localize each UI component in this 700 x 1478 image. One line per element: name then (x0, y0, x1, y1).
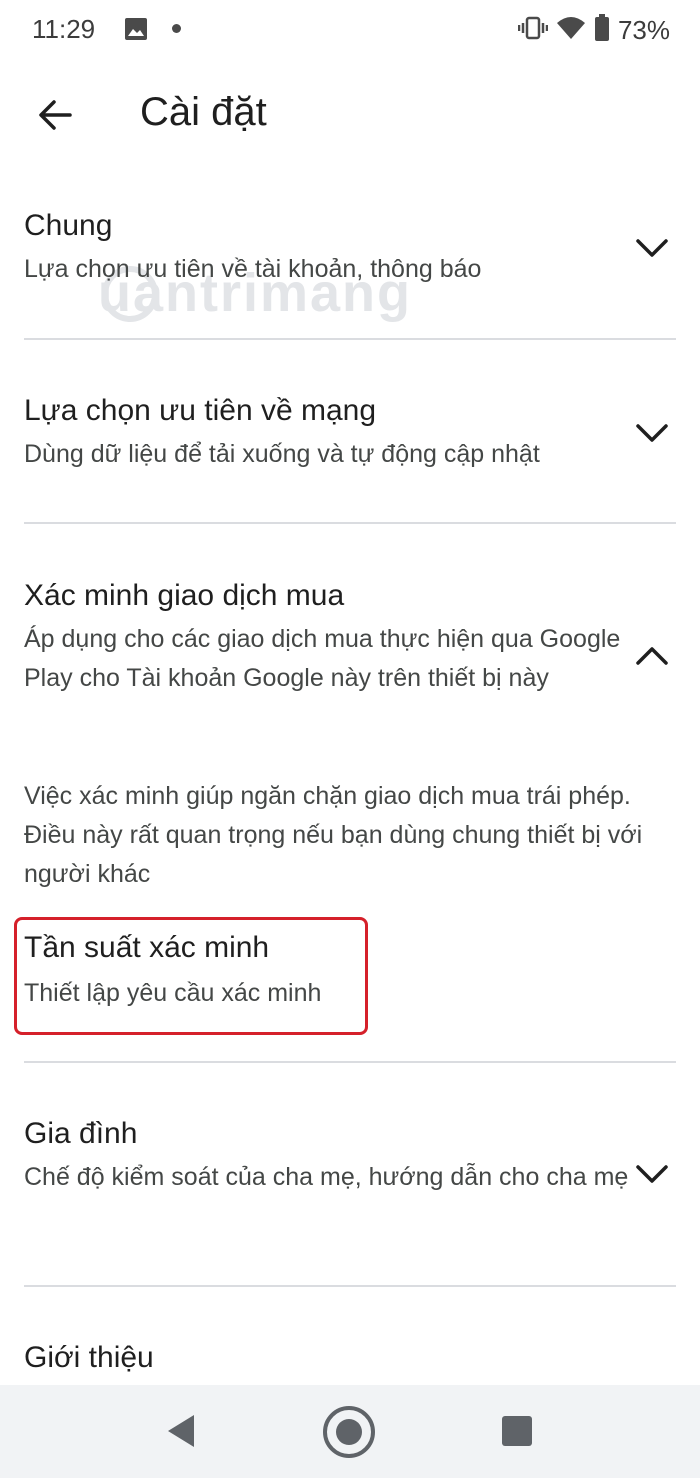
frequency-subtitle: Thiết lập yêu cầu xác minh (24, 979, 322, 1007)
nav-recents-icon[interactable] (502, 1416, 532, 1446)
section-subtitle: Dùng dữ liệu để tải xuống và tự động cập… (24, 440, 540, 468)
settings-section-network[interactable]: Lựa chọn ưu tiên về mạng Dùng dữ liệu để… (24, 391, 676, 474)
nav-back-icon[interactable] (166, 1413, 196, 1454)
notification-dot-icon (172, 24, 181, 33)
wifi-icon (556, 15, 586, 46)
status-time: 11:29 (32, 14, 96, 44)
divider (24, 1285, 676, 1287)
vibrate-icon (517, 15, 549, 46)
verification-frequency-item[interactable]: Tần suất xác minh Thiết lập yêu cầu xác … (24, 928, 321, 1013)
nav-home-icon[interactable] (322, 1405, 376, 1464)
chevron-down-icon[interactable] (634, 1156, 670, 1192)
page-title: Cài đặt (140, 90, 267, 134)
settings-section-purchase-verification[interactable]: Xác minh giao dịch mua Áp dụng cho các g… (24, 576, 676, 698)
status-icons: 73% (517, 14, 670, 47)
top-app-bar: Cài đặt (0, 70, 700, 160)
battery-percent: 73% (617, 15, 670, 45)
divider (24, 1061, 676, 1063)
chevron-up-icon[interactable] (634, 638, 670, 674)
frequency-title: Tần suất xác minh (24, 931, 270, 964)
image-icon (124, 17, 148, 46)
divider (24, 522, 676, 524)
status-bar: 11:29 73% (0, 0, 700, 60)
chevron-down-icon[interactable] (634, 230, 670, 266)
settings-section-family[interactable]: Gia đình Chế độ kiểm soát của cha mẹ, hư… (24, 1114, 676, 1197)
section-title: Lựa chọn ưu tiên về mạng (24, 394, 377, 427)
settings-section-general[interactable]: Chung Lựa chọn ưu tiên về tài khoản, thô… (24, 206, 676, 289)
section-title: Giới thiệu (24, 1341, 154, 1374)
arrow-left-icon[interactable] (32, 92, 78, 138)
settings-section-about[interactable]: Giới thiệu (24, 1338, 676, 1378)
section-subtitle: Chế độ kiểm soát của cha mẹ, hướng dẫn c… (24, 1163, 629, 1191)
section-subtitle: Lựa chọn ưu tiên về tài khoản, thông báo (24, 255, 482, 283)
section-title: Gia đình (24, 1117, 138, 1150)
section-subtitle: Áp dụng cho các giao dịch mua thực hiện … (24, 625, 621, 692)
section-title: Chung (24, 209, 113, 242)
chevron-down-icon[interactable] (634, 415, 670, 451)
section-title: Xác minh giao dịch mua (24, 579, 345, 612)
verification-description: Việc xác minh giúp ngăn chặn giao dịch m… (24, 782, 643, 888)
system-nav-bar (0, 1385, 700, 1478)
battery-icon (594, 14, 610, 47)
divider (24, 338, 676, 340)
